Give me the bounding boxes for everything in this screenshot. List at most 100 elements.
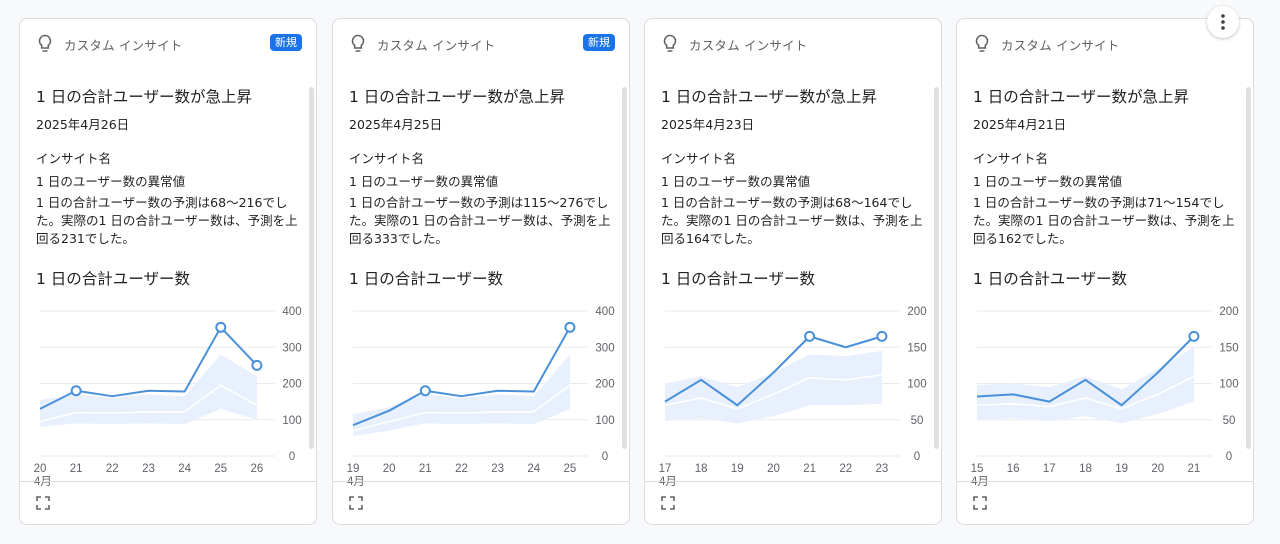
x-tick-label: 20 (383, 463, 396, 475)
insight-description: 1 日の合計ユーザー数の予測は68～164でした。実際の1 日の合計ユーザー数は… (661, 195, 923, 246)
y-tick-label: 200 (282, 379, 301, 391)
anomaly-point (419, 385, 431, 397)
x-tick-label: 16 (1007, 463, 1020, 475)
anomaly-point (70, 385, 82, 397)
x-tick-label: 20 (767, 463, 780, 475)
y-tick-label: 300 (595, 342, 614, 354)
card-header: カスタム インサイト (973, 33, 1239, 55)
y-tick-label: 100 (1219, 379, 1238, 391)
chart-title: 1 日の合計ユーザー数 (661, 270, 815, 288)
insight-card[interactable]: カスタム インサイト 1 日の合計ユーザー数が急上昇 2025年4月23日 インサイト… (644, 18, 942, 525)
more-options-button[interactable] (1207, 6, 1239, 38)
lightbulb-icon (663, 34, 677, 52)
card-type-label: カスタム インサイト (64, 37, 183, 53)
insight-date: 2025年4月23日 (661, 117, 755, 132)
y-tick-label: 150 (907, 342, 926, 354)
x-tick-label: 19 (347, 463, 360, 475)
anomaly-point (1188, 330, 1200, 342)
anomaly-point (564, 321, 576, 333)
y-tick-label: 0 (602, 451, 608, 463)
x-tick-label: 19 (1115, 463, 1128, 475)
x-tick-label: 21 (70, 463, 83, 475)
card-footer-divider (20, 481, 316, 482)
y-tick-label: 50 (1223, 415, 1236, 427)
card-type-label: カスタム インサイト (689, 37, 808, 53)
expected-range-band (665, 350, 882, 424)
y-tick-label: 150 (1219, 342, 1238, 354)
x-tick-label: 18 (695, 463, 708, 475)
new-badge: 新規 (270, 34, 302, 51)
chart-title: 1 日の合計ユーザー数 (973, 270, 1127, 288)
line-chart: 400 300 200 100 0 19 20 21 22 23 24 25 4月 (347, 306, 615, 488)
insight-card[interactable]: カスタム インサイト 新規 1 日の合計ユーザー数が急上昇 2025年4月26日 インサ… (19, 18, 317, 525)
insight-name-value: 1 日のユーザー数の異常値 (349, 174, 499, 189)
line-chart: 200 150 100 50 0 15 16 17 18 19 20 21 4月 (971, 306, 1239, 488)
card-footer-divider (333, 481, 629, 482)
x-tick-label: 22 (106, 463, 119, 475)
x-tick-label: 25 (564, 463, 577, 475)
insight-title: 1 日の合計ユーザー数が急上昇 (661, 88, 877, 106)
lightbulb-icon (351, 34, 365, 52)
x-tick-label: 26 (251, 463, 264, 475)
x-tick-label: 17 (659, 463, 672, 475)
y-tick-label: 100 (907, 379, 926, 391)
card-type-label: カスタム インサイト (1001, 37, 1120, 53)
x-tick-label: 23 (491, 463, 504, 475)
insight-card[interactable]: カスタム インサイト 1 日の合計ユーザー数が急上昇 2025年4月21日 インサイト… (956, 18, 1254, 525)
x-tick-label: 23 (876, 463, 889, 475)
lightbulb-icon (38, 34, 52, 52)
x-tick-label: 22 (455, 463, 468, 475)
insight-name-label: インサイト名 (661, 151, 737, 166)
y-tick-label: 0 (289, 451, 295, 463)
x-tick-label: 24 (178, 463, 191, 475)
x-tick-label: 23 (142, 463, 155, 475)
x-tick-label: 19 (731, 463, 744, 475)
insight-date: 2025年4月21日 (973, 117, 1067, 132)
y-tick-label: 200 (907, 306, 926, 318)
new-badge: 新規 (583, 34, 615, 51)
card-header: カスタム インサイト 新規 (36, 33, 302, 55)
x-tick-label: 15 (971, 463, 984, 475)
card-type-label: カスタム インサイト (377, 37, 496, 53)
fullscreen-icon[interactable] (973, 496, 987, 510)
y-tick-label: 200 (595, 379, 614, 391)
line-chart: 200 150 100 50 0 17 18 19 20 21 22 23 4月 (659, 306, 927, 488)
y-tick-label: 0 (914, 451, 920, 463)
x-tick-label: 20 (1151, 463, 1164, 475)
month-label: 4月 (971, 476, 989, 488)
insight-card[interactable]: カスタム インサイト 新規 1 日の合計ユーザー数が急上昇 2025年4月25日 インサ… (332, 18, 630, 525)
insight-title: 1 日の合計ユーザー数が急上昇 (349, 88, 565, 106)
y-tick-label: 300 (282, 342, 301, 354)
month-label: 4月 (34, 476, 52, 488)
x-tick-label: 24 (527, 463, 540, 475)
y-tick-label: 200 (1219, 306, 1238, 318)
y-tick-label: 0 (1226, 451, 1232, 463)
insight-title: 1 日の合計ユーザー数が急上昇 (36, 88, 252, 106)
y-tick-label: 100 (282, 415, 301, 427)
insight-name-label: インサイト名 (973, 151, 1049, 166)
insight-date: 2025年4月26日 (36, 117, 130, 132)
card-footer-divider (645, 481, 941, 482)
lightbulb-icon (975, 34, 989, 52)
x-tick-label: 22 (839, 463, 852, 475)
x-tick-label: 25 (214, 463, 227, 475)
insight-description: 1 日の合計ユーザー数の予測は71～154でした。実際の1 日の合計ユーザー数は… (973, 195, 1235, 246)
fullscreen-icon[interactable] (661, 496, 675, 510)
card-header: カスタム インサイト (661, 33, 927, 55)
month-label: 4月 (659, 476, 677, 488)
line-chart: 400 300 200 100 0 20 21 22 23 24 25 26 4月 (34, 306, 302, 488)
anomaly-point (215, 321, 227, 333)
y-tick-label: 100 (595, 415, 614, 427)
x-tick-label: 21 (1188, 463, 1201, 475)
insight-name-label: インサイト名 (349, 151, 425, 166)
fullscreen-icon[interactable] (349, 496, 363, 510)
insight-name-value: 1 日のユーザー数の異常値 (36, 174, 186, 189)
x-tick-label: 20 (34, 463, 47, 475)
insight-title: 1 日の合計ユーザー数が急上昇 (973, 88, 1189, 106)
x-tick-label: 17 (1043, 463, 1056, 475)
x-tick-label: 21 (803, 463, 816, 475)
fullscreen-icon[interactable] (36, 496, 50, 510)
insight-name-value: 1 日のユーザー数の異常値 (661, 174, 811, 189)
card-footer-divider (957, 481, 1253, 482)
month-label: 4月 (347, 476, 365, 488)
